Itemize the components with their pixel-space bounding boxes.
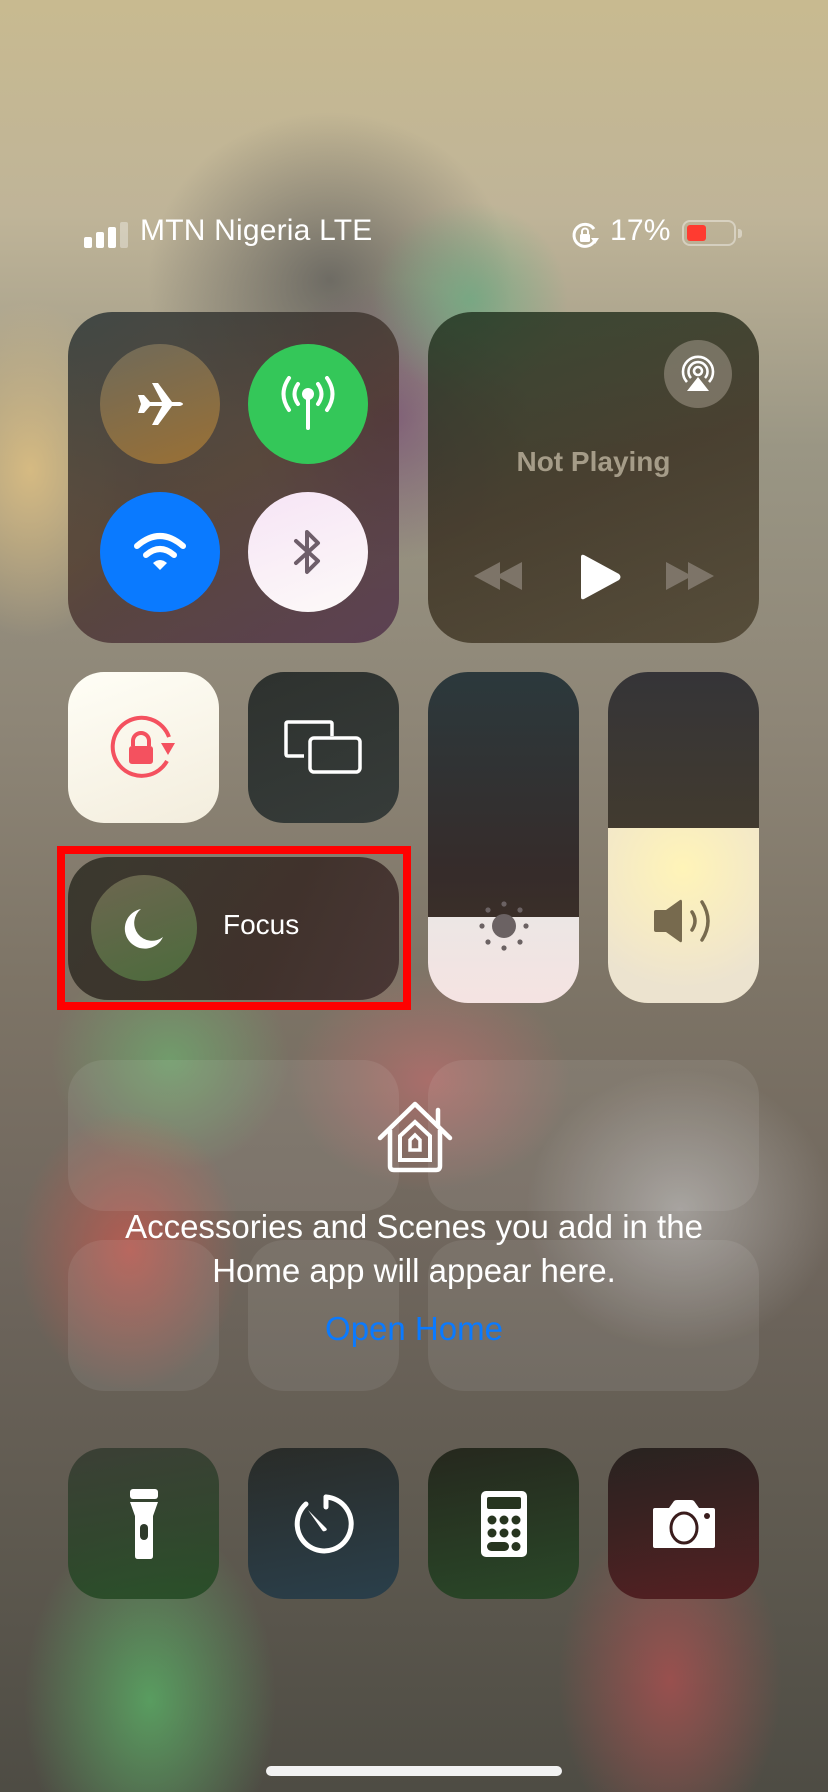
- camera-icon: [652, 1499, 715, 1548]
- rewind-button[interactable]: [474, 560, 526, 592]
- home-message-line-2: Home app will appear here.: [212, 1252, 616, 1289]
- fast-forward-icon: [666, 562, 714, 590]
- home-indicator-bar[interactable]: [266, 1766, 562, 1776]
- speaker-volume-icon: [652, 898, 716, 944]
- calculator-icon: [480, 1490, 527, 1557]
- calculator-button[interactable]: [428, 1448, 579, 1599]
- flashlight-button[interactable]: [68, 1448, 219, 1599]
- timer-icon: [294, 1494, 354, 1553]
- airplay-button[interactable]: [664, 340, 732, 408]
- play-button[interactable]: [578, 554, 622, 600]
- sun-icon: [474, 896, 534, 956]
- airplay-audio-icon: [681, 355, 715, 391]
- airplane-mode-toggle[interactable]: [100, 344, 220, 464]
- home-icon: [376, 1100, 454, 1174]
- rewind-icon: [474, 562, 522, 590]
- now-playing-status: Not Playing: [516, 446, 671, 477]
- wifi-icon: [134, 533, 186, 570]
- camera-button[interactable]: [608, 1448, 759, 1599]
- focus-button[interactable]: Focus: [68, 857, 399, 1000]
- fast-forward-button[interactable]: [662, 560, 714, 592]
- battery-icon: [682, 220, 744, 248]
- cellular-data-toggle[interactable]: [248, 344, 368, 464]
- flashlight-icon: [129, 1488, 158, 1559]
- timer-button[interactable]: [248, 1448, 399, 1599]
- focus-icon-circle: [91, 875, 197, 981]
- brightness-slider[interactable]: [428, 672, 579, 1003]
- bluetooth-toggle[interactable]: [248, 492, 368, 612]
- wifi-toggle[interactable]: [100, 492, 220, 612]
- home-message-line-1: Accessories and Scenes you add in the: [125, 1208, 703, 1245]
- cellular-signal-icon: [84, 222, 132, 248]
- screen-mirroring-button[interactable]: [248, 672, 399, 823]
- moon-icon: [124, 909, 163, 949]
- play-icon: [581, 554, 621, 600]
- volume-slider[interactable]: [608, 672, 759, 1003]
- now-playing-tile[interactable]: Not Playing: [428, 312, 759, 643]
- carrier-label: MTN Nigeria LTE: [140, 214, 373, 247]
- status-bar: MTN Nigeria LTE 17%: [0, 210, 828, 258]
- battery-level-fill: [687, 225, 706, 241]
- battery-percent: 17%: [610, 214, 671, 247]
- connectivity-tile: [68, 312, 399, 643]
- orientation-lock-icon: [570, 220, 600, 250]
- airplane-icon: [138, 383, 183, 425]
- home-placeholder-tile: [428, 1060, 759, 1211]
- focus-label: Focus: [223, 909, 300, 940]
- orientation-lock-icon: [110, 715, 175, 778]
- home-placeholder-tile: [68, 1060, 399, 1211]
- bluetooth-icon: [294, 530, 320, 574]
- orientation-lock-toggle[interactable]: [68, 672, 219, 823]
- open-home-link[interactable]: Open Home: [0, 1310, 828, 1348]
- screen-mirroring-icon: [283, 719, 362, 774]
- cellular-antenna-icon: [281, 376, 335, 430]
